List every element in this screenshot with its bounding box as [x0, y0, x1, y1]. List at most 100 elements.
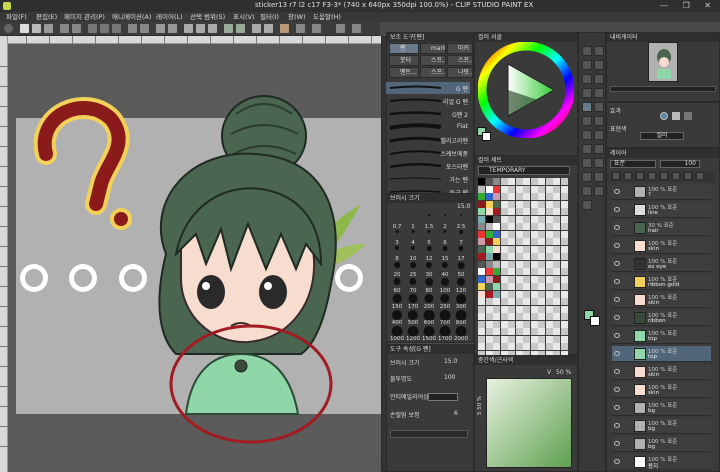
- color-swatch[interactable]: [500, 253, 508, 260]
- brush-size-option[interactable]: 10: [406, 245, 420, 262]
- color-swatch[interactable]: [485, 328, 493, 335]
- brush-size-option[interactable]: 1: [406, 213, 420, 230]
- decoration-icon[interactable]: [582, 130, 592, 140]
- brush-size-option[interactable]: 150: [390, 293, 404, 310]
- color-swatch[interactable]: [508, 253, 515, 260]
- color-swatch[interactable]: [500, 208, 508, 215]
- brush-size-option[interactable]: 70: [406, 277, 420, 294]
- color-swatch[interactable]: [485, 290, 493, 298]
- layer-row[interactable]: 30 % 표준 hair: [612, 220, 711, 236]
- layer-row[interactable]: 100 % 표준 ribbon gold: [612, 274, 711, 290]
- color-swatch[interactable]: [523, 253, 530, 260]
- color-swatch[interactable]: [553, 208, 560, 215]
- color-swatch[interactable]: [530, 320, 538, 328]
- color-swatch[interactable]: [515, 298, 523, 305]
- color-swatch[interactable]: [508, 245, 515, 253]
- color-swatch[interactable]: [530, 200, 538, 208]
- subtool-tab-spray-1[interactable]: 스프...: [420, 55, 446, 66]
- color-swatch[interactable]: [485, 245, 493, 253]
- color-swatch[interactable]: [560, 230, 568, 238]
- color-swatch[interactable]: [538, 253, 545, 260]
- color-swatch[interactable]: [553, 328, 560, 335]
- color-swatch[interactable]: [545, 215, 553, 223]
- subtool-tab-pen[interactable]: 펜: [389, 43, 419, 54]
- auto-select-icon[interactable]: [582, 88, 592, 98]
- snap-ruler-icon[interactable]: [196, 24, 205, 33]
- color-swatch[interactable]: [478, 193, 485, 200]
- color-swatch[interactable]: [530, 193, 538, 200]
- color-swatch[interactable]: [508, 335, 515, 343]
- transform-icon[interactable]: [156, 24, 165, 33]
- color-swatch[interactable]: [553, 215, 560, 223]
- ruler-icon[interactable]: [224, 24, 233, 33]
- subtool-tab-brush[interactable]: 붓터: [389, 55, 419, 66]
- color-swatch[interactable]: [493, 328, 500, 335]
- color-swatch[interactable]: [523, 343, 530, 350]
- pen-icon[interactable]: [582, 102, 592, 112]
- color-swatch[interactable]: [478, 230, 485, 238]
- ref-icon[interactable]: [660, 172, 668, 180]
- approximate-color-grid[interactable]: [486, 378, 572, 468]
- color-swatch[interactable]: [560, 335, 568, 343]
- color-swatch[interactable]: [553, 223, 560, 230]
- color-swatch[interactable]: [545, 320, 553, 328]
- color-swatch[interactable]: [500, 193, 508, 200]
- color-swatch[interactable]: [508, 200, 515, 208]
- color-swatch[interactable]: [545, 253, 553, 260]
- color-swatch[interactable]: [515, 185, 523, 193]
- layer-row[interactable]: 100 % 표준 skin: [612, 382, 711, 398]
- subtool-tab-spray-3[interactable]: 스프...: [420, 67, 446, 78]
- eye-icon[interactable]: [4, 24, 13, 33]
- color-swatch[interactable]: [538, 290, 545, 298]
- color-swatch[interactable]: [545, 193, 553, 200]
- color-swatch[interactable]: [493, 260, 500, 268]
- color-swatch[interactable]: [508, 260, 515, 268]
- color-swatch[interactable]: [553, 230, 560, 238]
- prop-brush-size[interactable]: 브러시 크기 15.0: [390, 358, 468, 368]
- gradient-icon[interactable]: [582, 158, 592, 168]
- color-swatch[interactable]: [545, 298, 553, 305]
- blend-icon[interactable]: [582, 144, 592, 154]
- sub-color-swatch[interactable]: [482, 132, 491, 141]
- redo-icon[interactable]: [72, 24, 81, 33]
- menu-filter[interactable]: 필터(I): [260, 12, 279, 22]
- layer-row[interactable]: 100 % 표준 bg: [612, 436, 711, 452]
- color-swatch[interactable]: [515, 290, 523, 298]
- color-swatch[interactable]: [478, 313, 485, 320]
- brush-size-option[interactable]: 3: [390, 229, 404, 246]
- subtool-tab-marker[interactable]: marker: [420, 43, 446, 54]
- subtool-tab-napat[interactable]: 나팟...: [447, 67, 473, 78]
- color-swatch[interactable]: [508, 208, 515, 215]
- eye-icon[interactable]: [614, 279, 620, 284]
- menu-edit[interactable]: 편집(E): [36, 12, 57, 22]
- brush-size-option[interactable]: 300: [454, 293, 468, 310]
- color-swatch[interactable]: [530, 208, 538, 215]
- brush-item[interactable]: 멜리고리펜: [386, 134, 470, 146]
- color-swatch[interactable]: [523, 200, 530, 208]
- color-swatch[interactable]: [493, 215, 500, 223]
- grid-icon[interactable]: [236, 24, 245, 33]
- color-swatch[interactable]: [493, 320, 500, 328]
- color-swatch[interactable]: [508, 178, 515, 185]
- color-swatch[interactable]: [478, 200, 485, 208]
- color-swatch[interactable]: [515, 200, 523, 208]
- brush-size-option[interactable]: 6: [438, 229, 452, 246]
- color-swatch[interactable]: [500, 275, 508, 283]
- color-swatch[interactable]: [500, 335, 508, 343]
- color-swatch[interactable]: [545, 223, 553, 230]
- color-swatch[interactable]: [493, 253, 500, 260]
- color-swatch[interactable]: [538, 260, 545, 268]
- fill-bucket-icon[interactable]: [594, 144, 604, 154]
- color-swatch[interactable]: [515, 275, 523, 283]
- color-swatch[interactable]: [545, 185, 553, 193]
- figure-icon[interactable]: [594, 158, 604, 168]
- color-swatch[interactable]: [493, 230, 500, 238]
- color-wheel[interactable]: [478, 42, 574, 138]
- text-icon[interactable]: [582, 186, 592, 196]
- color-swatch[interactable]: [493, 298, 500, 305]
- color-swatch[interactable]: [523, 313, 530, 320]
- fill-icon[interactable]: [140, 24, 149, 33]
- clear-icon[interactable]: [128, 24, 137, 33]
- pencil-icon[interactable]: [594, 102, 604, 112]
- color-swatch[interactable]: [500, 230, 508, 238]
